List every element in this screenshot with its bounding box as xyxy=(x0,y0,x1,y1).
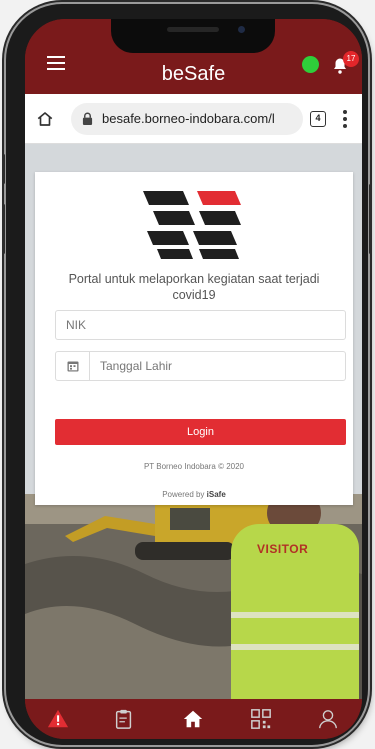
bottom-nav xyxy=(25,699,362,739)
screen: beSafe 17 besafe.borneo-indobara.com/l 4 xyxy=(25,19,362,739)
online-status-dot xyxy=(302,56,319,73)
nik-field[interactable] xyxy=(55,310,346,340)
profile-icon[interactable] xyxy=(317,708,339,730)
camera xyxy=(238,26,245,33)
portal-tagline: Portal untuk melaporkan kegiatan saat te… xyxy=(68,272,320,302)
tab-switcher-button[interactable]: 4 xyxy=(310,111,326,127)
dob-input[interactable] xyxy=(100,352,340,380)
browser-toolbar: besafe.borneo-indobara.com/l 4 xyxy=(25,94,362,144)
login-button[interactable]: Login xyxy=(55,419,346,445)
calendar-addon[interactable] xyxy=(56,352,90,380)
copyright-text: PT Borneo Indobara © 2020 xyxy=(143,462,245,471)
visitor-vest: VISITOR xyxy=(231,524,359,699)
powered-by-text: Powered by iSafe xyxy=(35,490,353,499)
qr-code-icon[interactable] xyxy=(250,708,272,730)
more-options-icon[interactable] xyxy=(343,110,347,128)
background-photo: VISITOR Portal untuk melaporkan kegiatan… xyxy=(25,144,362,699)
home-icon[interactable] xyxy=(182,708,204,730)
phone-frame: beSafe 17 besafe.borneo-indobara.com/l 4 xyxy=(2,4,372,745)
browser-home-icon[interactable] xyxy=(36,110,54,128)
address-bar[interactable]: besafe.borneo-indobara.com/l xyxy=(71,103,303,135)
alert-icon[interactable] xyxy=(47,708,69,730)
speaker xyxy=(167,27,219,32)
side-button-left-2 xyxy=(2,204,5,254)
nik-input[interactable] xyxy=(56,311,341,339)
vest-stripe xyxy=(231,644,359,650)
side-button-right xyxy=(369,184,372,254)
vest-stripe xyxy=(231,612,359,618)
notch xyxy=(111,19,275,53)
clipboard-icon[interactable] xyxy=(113,708,135,730)
brand-logo xyxy=(143,191,241,259)
powered-prefix: Powered by xyxy=(162,490,205,499)
side-button-left xyxy=(2,154,5,184)
dob-field[interactable] xyxy=(55,351,346,381)
login-card: Portal untuk melaporkan kegiatan saat te… xyxy=(35,172,353,505)
url-text: besafe.borneo-indobara.com/l xyxy=(102,111,275,126)
calendar-icon xyxy=(67,361,79,372)
notification-badge: 17 xyxy=(343,51,359,67)
vest-label: VISITOR xyxy=(257,542,309,556)
lock-icon xyxy=(82,112,93,125)
powered-brand: iSafe xyxy=(206,490,226,499)
